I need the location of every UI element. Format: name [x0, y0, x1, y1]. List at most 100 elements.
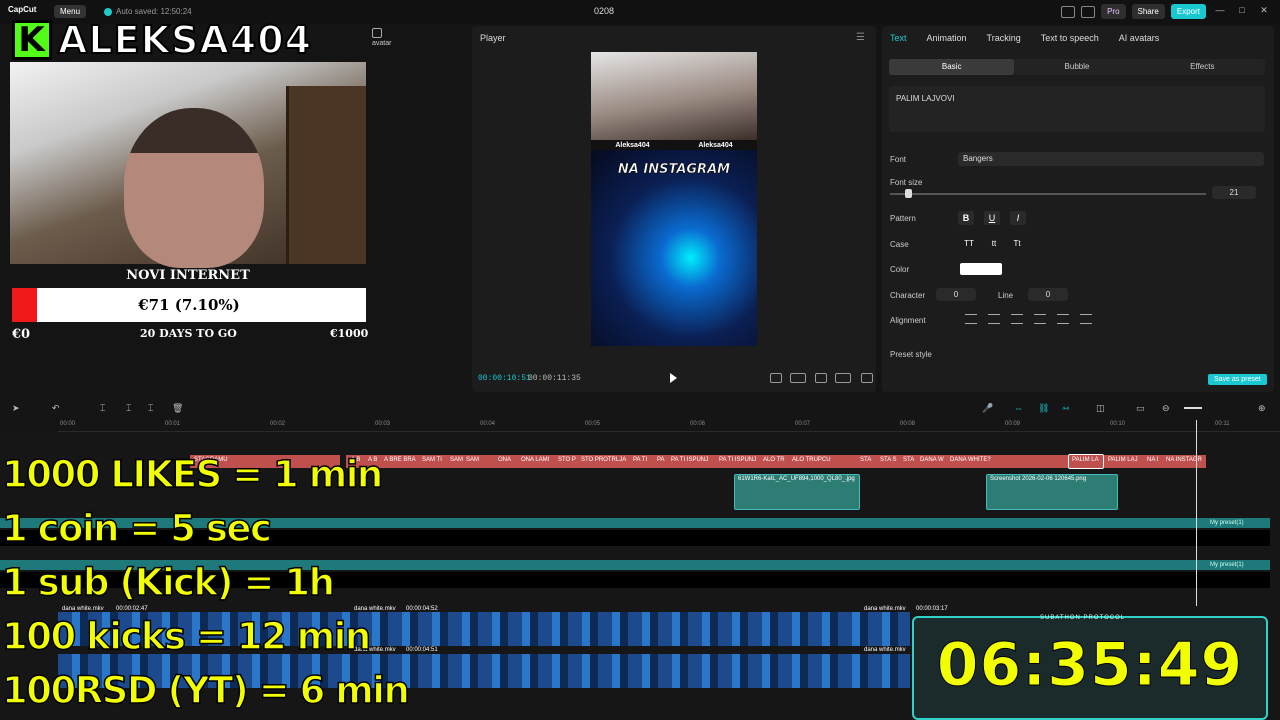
text-clip-label[interactable]: ALO TR — [763, 457, 785, 463]
font-size-input[interactable]: 21 — [1212, 186, 1256, 199]
video-clip-name[interactable]: dana white.mkv — [864, 606, 906, 612]
snap-icon[interactable]: ◫ — [1096, 403, 1105, 414]
text-clip-label[interactable]: STO P — [558, 457, 576, 463]
tab-tracking[interactable]: Tracking — [987, 33, 1021, 43]
color-swatch[interactable] — [960, 263, 1002, 275]
bold-button[interactable]: B — [958, 211, 974, 225]
avatar-icon[interactable] — [372, 28, 382, 38]
timeline-playhead[interactable] — [1196, 420, 1197, 606]
text-clip-label[interactable]: PA TI — [633, 457, 647, 463]
text-content-input[interactable]: PALIM LAJVOVI — [889, 86, 1265, 132]
select-tool-icon[interactable]: ➤ — [12, 403, 20, 414]
preview-caption[interactable]: NA INSTAGRAM — [591, 162, 757, 178]
crop-icon[interactable] — [770, 373, 782, 383]
timeline-ruler[interactable] — [58, 418, 1280, 432]
fullscreen-icon[interactable] — [861, 373, 873, 383]
image-clip[interactable]: Screenshot 2026-02-06 120645.png — [986, 474, 1118, 510]
subtab-basic[interactable]: Basic — [889, 59, 1015, 75]
text-clip-label[interactable]: DANA W — [920, 457, 944, 463]
pro-button[interactable]: Pro — [1101, 4, 1126, 19]
split-icon[interactable]: ⌶ — [100, 403, 105, 414]
line-spacing-input[interactable]: 0 — [1028, 288, 1068, 301]
delete-icon[interactable]: 🗑 — [172, 403, 183, 414]
linkage-icon[interactable]: ⛓ — [1038, 403, 1049, 414]
goal-title: NOVI INTERNET — [126, 268, 250, 283]
caption-icon[interactable]: ▭ — [1136, 403, 1145, 414]
maximize-icon[interactable]: □ — [1234, 5, 1250, 19]
text-clip-label[interactable]: PALIM LA — [1072, 457, 1099, 463]
play-icon[interactable] — [670, 373, 677, 383]
subtab-bubble[interactable]: Bubble — [1014, 59, 1139, 75]
ruler-tick: 00:11 — [1215, 421, 1230, 427]
layout-icon[interactable] — [1061, 5, 1076, 18]
export-button[interactable]: Export — [1170, 4, 1206, 19]
save-preset-button[interactable]: Save as preset — [1208, 374, 1267, 385]
ratio-icon[interactable] — [835, 373, 851, 383]
image-clip[interactable]: 61W1R6-KaIL_AC_UF894,1000_QL80_.jpg — [734, 474, 860, 510]
shortcuts-icon[interactable] — [1081, 5, 1096, 18]
preset-clip-label[interactable]: My preset(1) — [1210, 562, 1244, 568]
align-vertical-center-icon[interactable] — [1057, 314, 1069, 324]
font-size-slider-handle[interactable] — [905, 189, 912, 198]
subtab-effects[interactable]: Effects — [1140, 59, 1265, 75]
character-spacing-input[interactable]: 0 — [936, 288, 976, 301]
menu-button[interactable]: Menu — [54, 5, 87, 18]
align-right-icon[interactable] — [1011, 314, 1023, 324]
text-clip-label[interactable]: ONA — [498, 457, 511, 463]
microphone-icon[interactable]: 🎤 — [982, 403, 993, 414]
zoom-slider[interactable] — [1184, 407, 1202, 409]
font-size-slider[interactable] — [890, 193, 1206, 195]
align-vertical-bottom-icon[interactable] — [1080, 314, 1092, 324]
text-clip-label[interactable]: PA — [657, 457, 665, 463]
lowercase-button[interactable]: tt — [985, 237, 1003, 251]
text-clip-label[interactable]: STA — [860, 457, 871, 463]
video-clip-name[interactable]: dana white.mkv — [864, 647, 906, 653]
align-left-icon[interactable] — [965, 314, 977, 324]
fit-icon[interactable] — [815, 373, 827, 383]
tab-text[interactable]: Text — [890, 33, 907, 43]
quality-icon[interactable] — [790, 373, 806, 383]
align-center-icon[interactable] — [988, 314, 1000, 324]
preview-axis-icon[interactable]: ⇿ — [1062, 403, 1070, 414]
text-clip-label[interactable]: A BRE BRA — [384, 457, 416, 463]
titlecase-button[interactable]: Tt — [1008, 237, 1026, 251]
text-clip-label[interactable]: ONA LAMI — [521, 457, 549, 463]
align-vertical-top-icon[interactable] — [1034, 314, 1046, 324]
tab-animation[interactable]: Animation — [927, 33, 967, 43]
ruler-tick: 00:10 — [1110, 421, 1126, 427]
avatar-label[interactable]: avatar — [372, 40, 391, 47]
text-clip-label[interactable]: PA TI ISPUNJ — [671, 457, 708, 463]
font-select[interactable]: Bangers — [958, 152, 1264, 166]
close-icon[interactable]: ✕ — [1256, 5, 1272, 19]
magnet-icon[interactable]: ⇔ — [1014, 403, 1023, 413]
text-clip-label[interactable]: ALO TRUPCU — [792, 457, 831, 463]
tab-text-to-speech[interactable]: Text to speech — [1041, 33, 1099, 43]
text-clip-label[interactable]: DANA WHITE? — [950, 457, 991, 463]
text-clip-label[interactable]: SAM TI — [422, 457, 442, 463]
split-right-icon[interactable]: ⌶ — [148, 403, 153, 414]
zoom-in-icon[interactable]: ⊕ — [1258, 403, 1266, 414]
preset-clip-label[interactable]: My preset(1) — [1210, 520, 1244, 526]
preview-artwork — [591, 150, 757, 346]
text-clip-label[interactable]: PA TI ISPUNJ — [719, 457, 756, 463]
uppercase-button[interactable]: TT — [960, 237, 978, 251]
undo-icon[interactable]: ↶ — [52, 403, 60, 414]
video-clip-name[interactable]: dana white.mkv — [354, 606, 396, 612]
zoom-out-icon[interactable]: ⊖ — [1162, 403, 1170, 414]
underline-button[interactable]: U — [984, 211, 1000, 225]
minimize-icon[interactable]: — — [1212, 5, 1228, 19]
text-clip-label[interactable]: STA S — [880, 457, 897, 463]
share-button[interactable]: Share — [1131, 4, 1165, 19]
text-clip-label[interactable]: PALIM LAJ — [1108, 457, 1138, 463]
text-clip-label[interactable]: SAM — [450, 457, 463, 463]
split-left-icon[interactable]: ⌶ — [126, 403, 131, 414]
text-clip-label[interactable]: STA — [903, 457, 914, 463]
text-clip-label[interactable]: STO PROTRLJA — [581, 457, 626, 463]
tab-ai-avatars[interactable]: AI avatars — [1119, 33, 1160, 43]
player-menu-icon[interactable]: ☰ — [856, 32, 865, 43]
properties-panel — [882, 26, 1274, 392]
ruler-tick: 00:05 — [585, 421, 601, 427]
text-clip-label[interactable]: NA I — [1147, 457, 1158, 463]
italic-button[interactable]: I — [1010, 211, 1026, 225]
text-clip-label[interactable]: SAM — [466, 457, 479, 463]
